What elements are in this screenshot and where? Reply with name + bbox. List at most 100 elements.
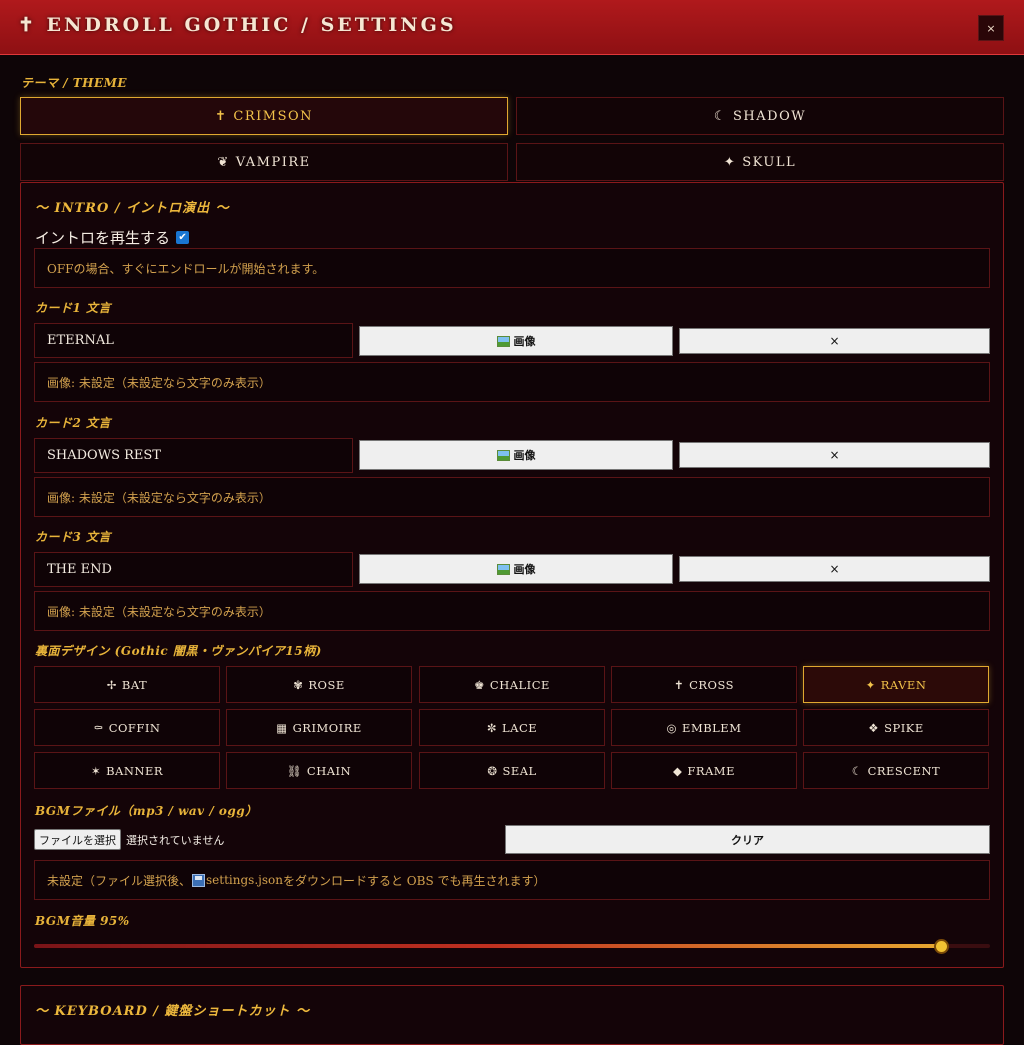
theme-shadow-button[interactable]: ☾ SHADOW (516, 97, 1004, 135)
theme-vampire-button[interactable]: ❦ VAMPIRE (20, 143, 508, 181)
bgm-note-file: settings.json (206, 873, 283, 887)
design-option-label: SPIKE (884, 720, 924, 735)
check-icon: ✔ (178, 231, 187, 243)
design-frame-button[interactable]: ◆ FRAME (611, 752, 797, 789)
card2-text-input[interactable]: SHADOWS REST (34, 438, 353, 473)
design-option-label: EMBLEM (682, 720, 742, 735)
picture-icon (496, 335, 510, 347)
design-option-label: ROSE (308, 677, 345, 692)
design-option-label: CHALICE (489, 677, 550, 692)
design-cross-button[interactable]: ✝ CROSS (611, 666, 797, 703)
emblem-icon: ◎ (666, 720, 678, 735)
design-option-label: CRESCENT (867, 763, 941, 778)
bgm-clear-button[interactable]: クリア (505, 825, 990, 854)
picture-icon (496, 563, 510, 575)
window-title: ✝ ENDROLL GOTHIC / SETTINGS (18, 14, 457, 36)
card1-image-button-label: 画像 (513, 335, 536, 348)
design-coffin-button[interactable]: ⚰ COFFIN (34, 709, 220, 746)
spike-icon: ❖ (868, 720, 880, 735)
crescent-icon: ☾ (851, 763, 863, 778)
bgm-volume-label: BGM音量 95% (35, 914, 130, 928)
card2-image-status: 画像: 未設定（未設定なら文字のみ表示） (34, 477, 990, 517)
intro-play-row: イントロを再生する ✔ (35, 227, 190, 247)
design-option-label: CROSS (689, 677, 735, 692)
bat-icon: ✢ (106, 677, 117, 692)
bgm-note: 未設定（ファイル選択後、 settings.json をダウンロードすると OB… (34, 860, 990, 900)
design-seal-button[interactable]: ❂ SEAL (419, 752, 605, 789)
design-option-label: LACE (502, 720, 538, 735)
card3-image-status: 画像: 未設定（未設定なら文字のみ表示） (34, 591, 990, 631)
keyboard-panel-title: 〜 KEYBOARD / 鍵盤ショートカット 〜 (35, 1004, 311, 1019)
card1-text-input[interactable]: ETERNAL (34, 323, 353, 358)
chalice-icon: ♚ (474, 677, 485, 692)
card3-clear-image-button[interactable]: × (679, 556, 990, 582)
picture-icon (496, 449, 510, 461)
design-option-label: FRAME (687, 763, 735, 778)
theme-option-label: CRIMSON (233, 108, 314, 124)
intro-play-checkbox[interactable]: ✔ (176, 230, 190, 244)
card3-image-button[interactable]: 画像 (359, 554, 673, 584)
theme-option-label: SHADOW (733, 108, 807, 124)
design-chain-button[interactable]: ⛓ CHAIN (226, 752, 412, 789)
design-rose-button[interactable]: ✾ ROSE (226, 666, 412, 703)
design-option-label: SEAL (502, 763, 537, 778)
design-grimoire-button[interactable]: ▦ GRIMOIRE (226, 709, 412, 746)
design-option-label: COFFIN (108, 720, 161, 735)
design-spike-button[interactable]: ❖ SPIKE (803, 709, 989, 746)
design-crescent-button[interactable]: ☾ CRESCENT (803, 752, 989, 789)
theme-option-label: SKULL (742, 154, 797, 170)
bgm-file-button[interactable]: ファイルを選択 (34, 829, 121, 850)
design-label: 裏面デザイン (Gothic 闇黒・ヴァンパイア15柄) (35, 644, 322, 658)
design-raven-button[interactable]: ✦ RAVEN (803, 666, 989, 703)
design-option-label: RAVEN (880, 677, 927, 692)
design-chalice-button[interactable]: ♚ CHALICE (419, 666, 605, 703)
intro-panel-title: 〜 INTRO / イントロ演出 〜 (35, 201, 230, 216)
bgm-note-prefix: 未設定（ファイル選択後、 (47, 873, 192, 888)
theme-option-label: VAMPIRE (235, 154, 311, 170)
card2-clear-image-button[interactable]: × (679, 442, 990, 468)
design-option-label: CHAIN (306, 763, 352, 778)
card2-image-button[interactable]: 画像 (359, 440, 673, 470)
card1-image-button[interactable]: 画像 (359, 326, 673, 356)
design-banner-button[interactable]: ✶ BANNER (34, 752, 220, 789)
banner-icon: ✶ (90, 763, 102, 778)
seal-icon: ❂ (487, 763, 498, 778)
chain-icon: ⛓ (286, 763, 302, 778)
card1-clear-image-button[interactable]: × (679, 328, 990, 354)
card1-label: カード1 文言 (35, 301, 112, 315)
cross-icon: ✝ (673, 677, 685, 692)
card2-image-button-label: 画像 (513, 449, 536, 462)
card3-label: カード3 文言 (35, 530, 112, 544)
bgm-file-status: 選択されていません (126, 834, 225, 847)
design-lace-button[interactable]: ✼ LACE (419, 709, 605, 746)
close-button[interactable]: × (978, 15, 1004, 41)
intro-play-label: イントロを再生する (35, 228, 171, 247)
intro-play-note: OFFの場合、すぐにエンドロールが開始されます。 (34, 248, 990, 288)
design-emblem-button[interactable]: ◎ EMBLEM (611, 709, 797, 746)
theme-skull-button[interactable]: ✦ SKULL (516, 143, 1004, 181)
design-option-label: GRIMOIRE (292, 720, 362, 735)
bgm-note-suffix: をダウンロードすると OBS でも再生されます） (282, 873, 546, 888)
lace-icon: ✼ (486, 720, 497, 735)
floral-heart-icon: ❦ (217, 154, 230, 170)
raven-icon: ✦ (865, 677, 876, 692)
theme-crimson-button[interactable]: ✝ CRIMSON (20, 97, 508, 135)
card2-label: カード2 文言 (35, 416, 112, 430)
bgm-file-label: BGMファイル（mp3 / wav / ogg） (35, 804, 258, 818)
card3-image-button-label: 画像 (513, 563, 536, 576)
design-bat-button[interactable]: ✢ BAT (34, 666, 220, 703)
moon-icon: ☾ (713, 108, 728, 124)
grimoire-icon: ▦ (276, 720, 288, 735)
bgm-volume-slider-track[interactable] (34, 944, 990, 948)
frame-icon: ◆ (673, 763, 683, 778)
card3-text-input[interactable]: THE END (34, 552, 353, 587)
coffin-icon: ⚰ (93, 720, 104, 735)
rose-icon: ✾ (293, 677, 304, 692)
bgm-volume-slider-fill (34, 944, 943, 948)
floppy-disk-icon (192, 873, 206, 887)
design-option-label: BAT (121, 677, 148, 692)
theme-label: テーマ / THEME (21, 76, 128, 90)
card1-image-status: 画像: 未設定（未設定なら文字のみ表示） (34, 362, 990, 402)
title-bar: ✝ ENDROLL GOTHIC / SETTINGS × (0, 0, 1024, 55)
design-option-label: BANNER (106, 763, 164, 778)
